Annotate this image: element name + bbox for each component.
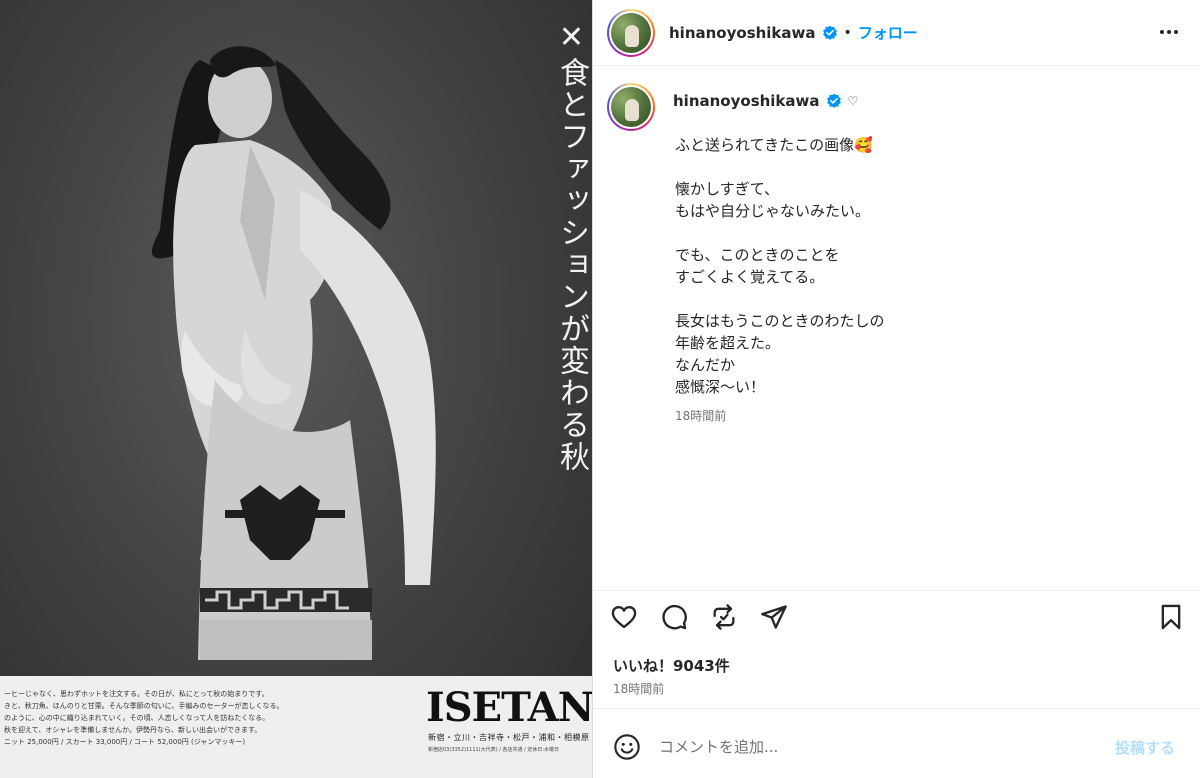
caption-line bbox=[675, 288, 1175, 310]
verified-badge-icon bbox=[826, 93, 841, 108]
post-image[interactable]: ✕食とファッションが変わる秋 ーヒーじゃなく、思わずホットを注文する。その日が、… bbox=[0, 0, 592, 778]
emoji-icon[interactable] bbox=[613, 733, 641, 761]
caption-line: すごくよく覚えてる。 bbox=[675, 268, 825, 286]
ad-headline-text: 食とファッションが変わる秋 bbox=[554, 57, 589, 473]
ad-headline: ✕食とファッションが変わる秋 bbox=[548, 20, 589, 473]
caption-username-link[interactable]: hinanoyoshikawa bbox=[673, 92, 820, 110]
caption-text: ふと送られてきたこの画像🥰 懐かしすぎて、 もはや自分じゃないみたい。 でも、こ… bbox=[675, 134, 1175, 398]
header-user: hinanoyoshikawa • フォロー bbox=[669, 22, 918, 43]
avatar-image bbox=[611, 13, 651, 53]
avatar[interactable] bbox=[607, 9, 655, 57]
username-link[interactable]: hinanoyoshikawa bbox=[669, 24, 816, 42]
model-figure bbox=[151, 46, 436, 660]
comment-bar: 投稿する bbox=[593, 708, 1200, 778]
caption-line: なんだか bbox=[675, 356, 736, 374]
brand-logo: ISETAN bbox=[426, 684, 592, 731]
heart-symbol: ♡ bbox=[847, 94, 859, 108]
caption-line: 懐かしすぎて、 bbox=[675, 180, 779, 198]
brand-small-print: 新宿店03(3352)1111(大代表) / 各店共通 / 定休日:水曜日 bbox=[428, 747, 560, 753]
ad-copy-line: ーヒーじゃなく、思わずホットを注文する。その日が、私にとって秋の始まりです。 bbox=[4, 690, 269, 698]
ad-footer: ーヒーじゃなく、思わずホットを注文する。その日が、私にとって秋の始まりです。 き… bbox=[0, 676, 592, 778]
avatar-image bbox=[611, 87, 651, 127]
close-x-mark: ✕ bbox=[554, 20, 589, 57]
send-icon[interactable] bbox=[759, 602, 789, 632]
verified-badge-icon bbox=[822, 25, 837, 40]
brand-stores: 新宿・立川・吉祥寺・松戸・浦和・相模原 bbox=[428, 733, 590, 742]
caption-line: でも、このときのことを bbox=[675, 246, 840, 264]
caption-line: 長女はもうこのときのわたしの bbox=[675, 312, 885, 330]
action-bar bbox=[609, 602, 789, 632]
caption-user: hinanoyoshikawa ♡ bbox=[673, 92, 858, 110]
caption-line bbox=[675, 222, 1175, 244]
ad-copy-line: きと、秋刀魚、ほんのりと甘栗。そんな季節の匂いに、手編みのセーターが恋しくなる。 bbox=[4, 702, 284, 710]
like-count[interactable]: いいね！9043件 bbox=[613, 655, 730, 676]
caption-line: ふと送られてきたこの画像🥰 bbox=[675, 136, 873, 154]
ad-copy-line: ニット 25,000円 / スカート 33,000円 / コート 52,000円… bbox=[4, 738, 246, 746]
caption-line: 年齢を超えた。 bbox=[675, 334, 781, 352]
ad-body-copy: ーヒーじゃなく、思わずホットを注文する。その日が、私にとって秋の始まりです。 き… bbox=[4, 688, 414, 768]
caption-line: 感慨深〜い！ bbox=[675, 378, 766, 396]
repost-icon[interactable] bbox=[709, 602, 739, 632]
more-options-icon[interactable] bbox=[1155, 20, 1183, 44]
comment-input[interactable] bbox=[659, 733, 1099, 761]
caption-timestamp[interactable]: 18時間前 bbox=[675, 407, 726, 424]
comment-icon[interactable] bbox=[659, 602, 689, 632]
caption-line: もはや自分じゃないみたい。 bbox=[675, 202, 871, 220]
post-side-panel: hinanoyoshikawa • フォロー hinanoyoshikawa ♡… bbox=[592, 0, 1200, 778]
post-header: hinanoyoshikawa • フォロー bbox=[593, 0, 1200, 66]
follow-button[interactable]: フォロー bbox=[858, 22, 918, 43]
post-timestamp[interactable]: 18時間前 bbox=[613, 680, 664, 697]
separator-dot: • bbox=[843, 24, 852, 41]
divider bbox=[593, 590, 1200, 591]
caption-avatar[interactable] bbox=[607, 83, 655, 131]
bookmark-icon[interactable] bbox=[1157, 603, 1187, 633]
post-comment-button[interactable]: 投稿する bbox=[1115, 737, 1175, 758]
heart-icon[interactable] bbox=[609, 602, 639, 632]
ad-copy-line: 秋を迎えて、オシャレを準備しませんか。伊勢丹なら、新しい出会いができます。 bbox=[4, 726, 262, 734]
ad-copy-line: のように、心の中に織り込まれていく。その頃、人恋しくなって人を訪ねたくなる。 bbox=[4, 714, 270, 722]
caption-line bbox=[675, 156, 1175, 178]
